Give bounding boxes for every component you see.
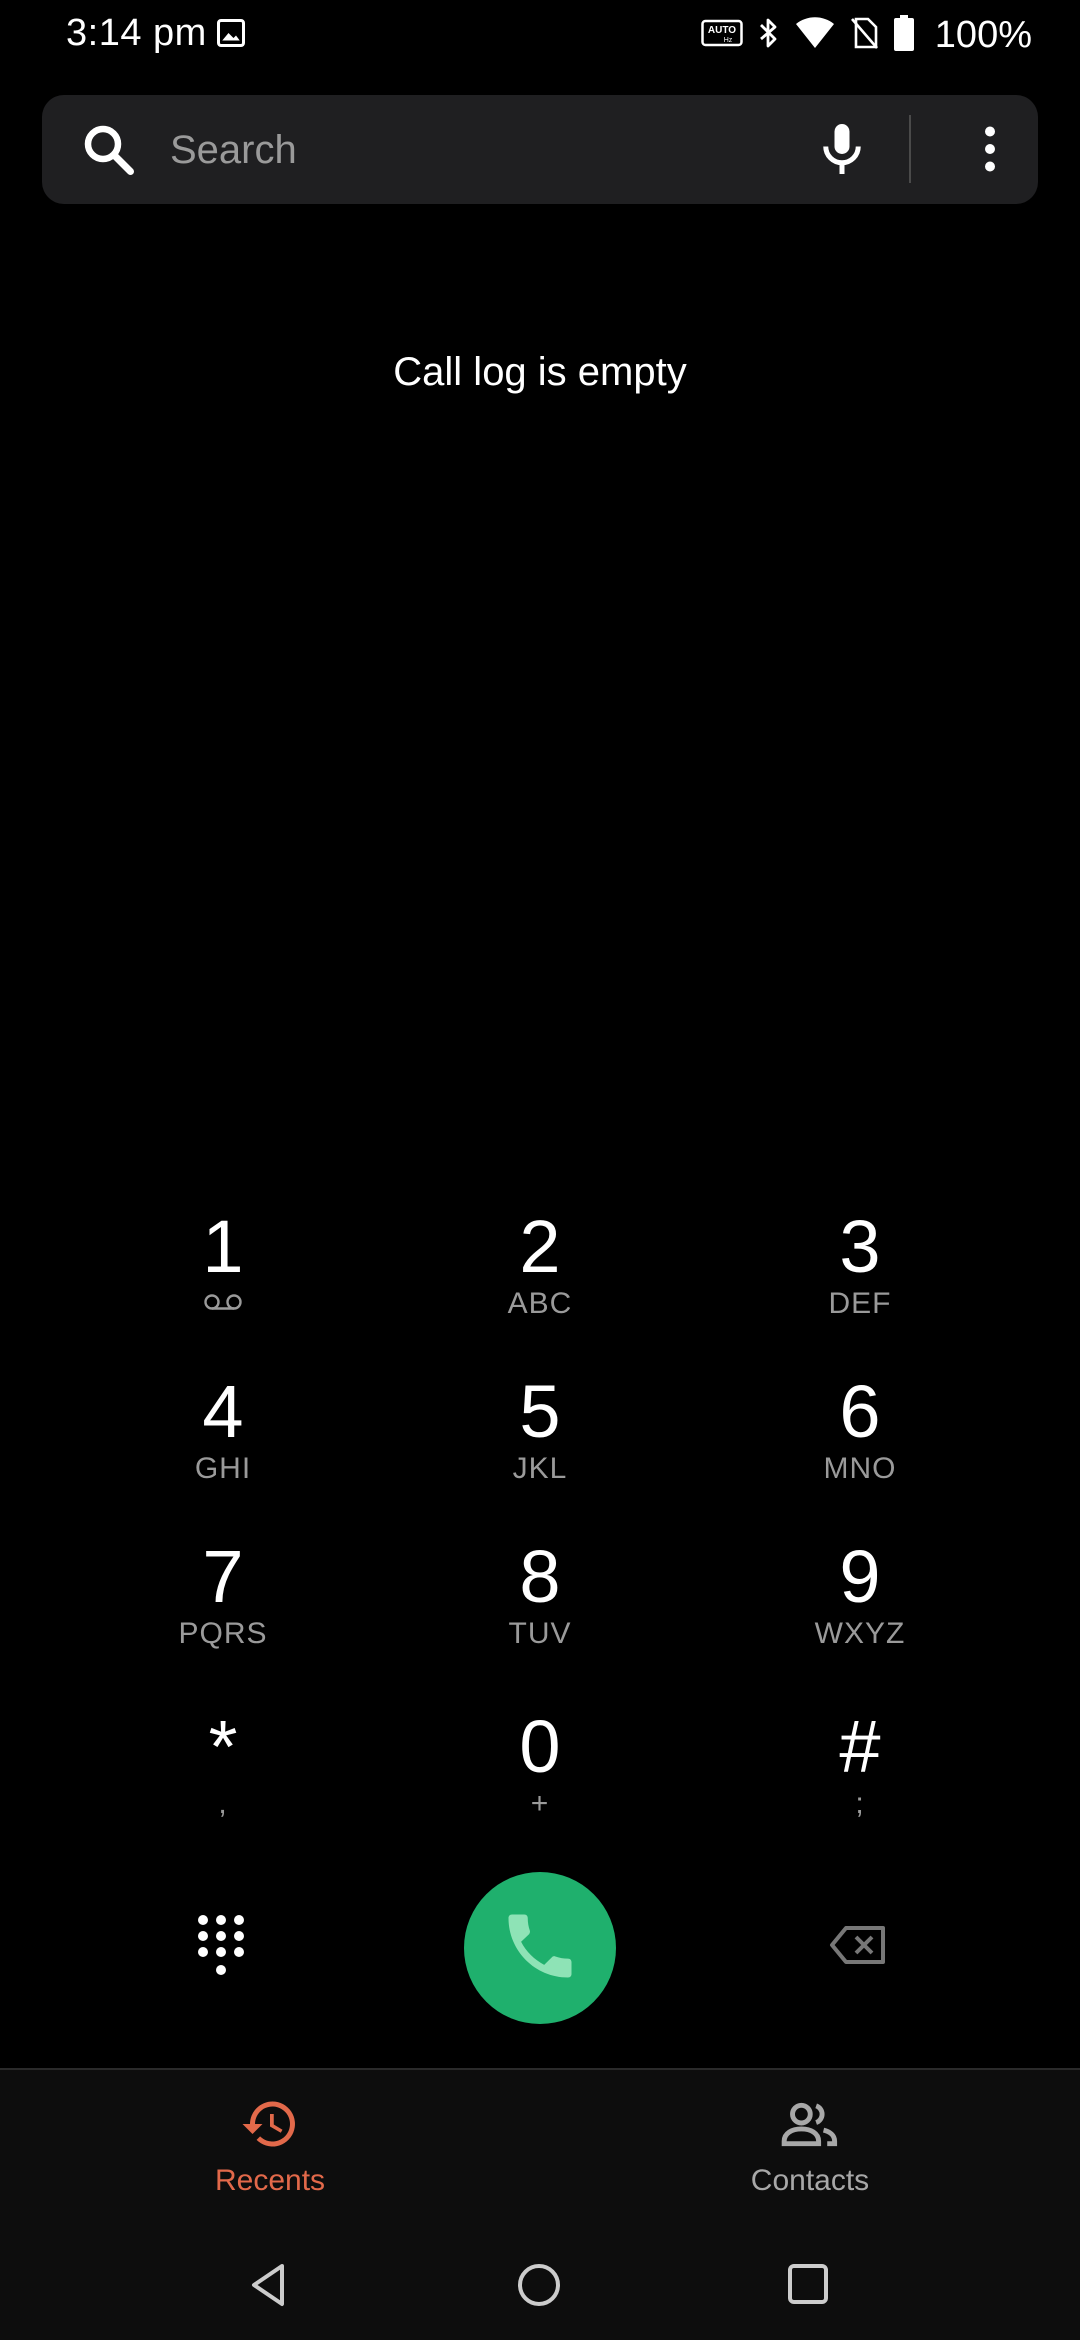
search-input[interactable] xyxy=(168,117,812,183)
call-button[interactable] xyxy=(464,1872,616,2024)
status-bar: 3:14 pm AUTO Hz 100% xyxy=(0,0,1080,72)
key-letters: WXYZ xyxy=(814,1617,906,1650)
svg-text:Hz: Hz xyxy=(724,37,733,44)
dialpad-key-0[interactable]: 0 + xyxy=(440,1708,640,1858)
key-letters: TUV xyxy=(508,1617,572,1650)
key-digit: 9 xyxy=(839,1535,881,1618)
tab-label: Contacts xyxy=(750,2164,870,2197)
search-icon[interactable] xyxy=(78,119,138,184)
key-digit: # xyxy=(839,1705,881,1788)
dialpad-key-8[interactable]: 8 TUV xyxy=(440,1538,640,1688)
key-digit: 5 xyxy=(519,1370,561,1453)
key-letters: + xyxy=(530,1787,550,1820)
svg-text:AUTO: AUTO xyxy=(708,25,736,36)
key-digit: 4 xyxy=(202,1370,244,1453)
microphone-icon[interactable] xyxy=(812,119,872,184)
tab-recents[interactable]: Recents xyxy=(0,2070,540,2240)
dialpad-key-2[interactable]: 2 ABC xyxy=(440,1208,640,1358)
call-log-empty-message: Call log is empty xyxy=(393,350,687,394)
tab-contacts[interactable]: Contacts xyxy=(540,2070,1080,2240)
key-letters: MNO xyxy=(823,1452,897,1485)
key-digit: 7 xyxy=(202,1535,244,1618)
dialpad-key-9[interactable]: 9 WXYZ xyxy=(760,1538,960,1688)
system-navigation-bar xyxy=(0,2238,1080,2340)
key-digit: 8 xyxy=(519,1535,561,1618)
dialpad-key-hash[interactable]: # ; xyxy=(760,1708,960,1858)
auto-hz-icon: AUTO Hz xyxy=(701,18,743,53)
tab-label: Recents xyxy=(214,2164,326,2197)
key-digit: 6 xyxy=(839,1370,881,1453)
key-digit: 1 xyxy=(202,1205,244,1288)
dialpad-key-7[interactable]: 7 PQRS xyxy=(123,1538,323,1688)
dialpad-key-5[interactable]: 5 JKL xyxy=(440,1373,640,1523)
search-bar[interactable] xyxy=(42,95,1038,204)
key-digit: 0 xyxy=(519,1705,561,1788)
dialpad-key-6[interactable]: 6 MNO xyxy=(760,1373,960,1523)
dialpad-key-3[interactable]: 3 DEF xyxy=(760,1208,960,1358)
dialpad-key-4[interactable]: 4 GHI xyxy=(123,1373,323,1523)
bluetooth-icon xyxy=(757,16,781,55)
key-letters: ; xyxy=(855,1787,865,1820)
recents-square-icon[interactable] xyxy=(785,2260,831,2315)
search-divider xyxy=(909,115,911,183)
wifi-icon xyxy=(795,16,835,55)
dialpad-grid-icon[interactable] xyxy=(195,1912,247,1983)
dialpad-key-1[interactable]: 1 xyxy=(123,1208,323,1358)
battery-percentage: 100% xyxy=(934,14,1032,56)
key-letters: , xyxy=(218,1787,228,1820)
battery-icon xyxy=(893,15,915,56)
people-icon xyxy=(778,2094,842,2159)
bottom-navigation: Recents Contacts xyxy=(0,2068,1080,2240)
key-letters: GHI xyxy=(194,1452,252,1485)
status-icons: AUTO Hz 100% xyxy=(701,14,1032,57)
key-letters: JKL xyxy=(512,1452,568,1485)
dialpad-key-star[interactable]: * , xyxy=(123,1708,323,1858)
backspace-icon[interactable] xyxy=(829,1925,887,1970)
phone-icon xyxy=(498,1904,582,1993)
key-digit: * xyxy=(208,1705,238,1788)
home-icon[interactable] xyxy=(514,2260,564,2315)
back-icon[interactable] xyxy=(246,2260,290,2315)
status-time: 3:14 pm xyxy=(66,12,207,54)
key-letters: PQRS xyxy=(178,1617,268,1650)
history-icon xyxy=(240,2094,300,2159)
key-letters: DEF xyxy=(828,1287,892,1320)
key-digit: 3 xyxy=(839,1205,881,1288)
voicemail-icon xyxy=(123,1286,323,1322)
key-letters: ABC xyxy=(507,1287,573,1320)
image-icon xyxy=(216,18,246,53)
more-options-icon[interactable] xyxy=(960,119,1020,184)
key-digit: 2 xyxy=(519,1205,561,1288)
no-sim-icon xyxy=(849,16,879,55)
